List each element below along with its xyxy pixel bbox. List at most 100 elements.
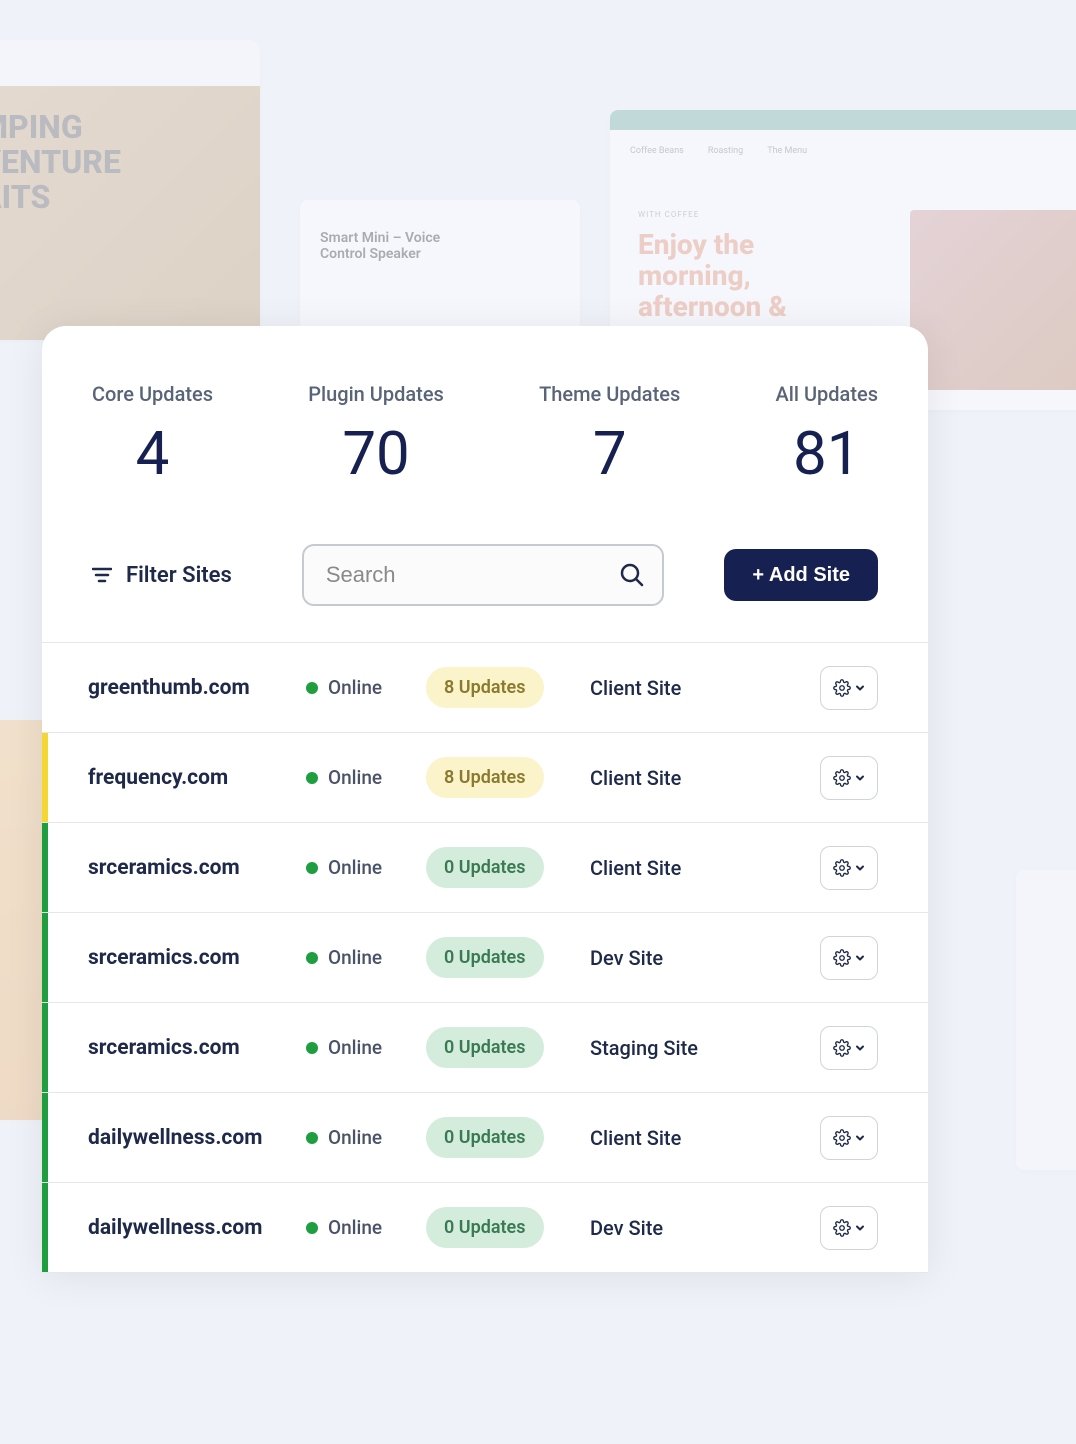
updates-badge: 0 Updates — [426, 1207, 544, 1248]
updates-badge: 8 Updates — [426, 757, 544, 798]
stat-plugin-updates[interactable]: Plugin Updates 70 — [308, 382, 444, 484]
gear-icon — [833, 1219, 851, 1237]
stat-value: 81 — [776, 424, 878, 484]
status-text: Online — [328, 676, 382, 699]
site-updates: 0 Updates — [426, 1207, 586, 1248]
stat-label: All Updates — [776, 382, 878, 406]
site-status: Online — [306, 856, 426, 879]
site-domain: srceramics.com — [88, 946, 306, 970]
add-site-button[interactable]: + Add Site — [724, 549, 878, 601]
site-updates: 0 Updates — [426, 847, 586, 888]
site-type: Client Site — [586, 1126, 820, 1150]
filter-icon — [92, 567, 112, 583]
chevron-down-icon — [855, 1223, 865, 1233]
site-type: Client Site — [586, 766, 820, 790]
site-status: Online — [306, 1036, 426, 1059]
status-dot-icon — [306, 862, 318, 874]
filter-sites-button[interactable]: Filter Sites — [92, 563, 232, 588]
updates-badge: 0 Updates — [426, 937, 544, 978]
site-updates: 8 Updates — [426, 667, 586, 708]
sites-dashboard-card: Core Updates 4 Plugin Updates 70 Theme U… — [42, 326, 928, 1273]
site-updates: 0 Updates — [426, 1027, 586, 1068]
bg-mockup-1 — [0, 40, 260, 340]
chevron-down-icon — [855, 1133, 865, 1143]
chevron-down-icon — [855, 773, 865, 783]
site-type: Client Site — [586, 856, 820, 880]
status-text: Online — [328, 1126, 382, 1149]
site-domain: frequency.com — [88, 766, 306, 790]
chevron-down-icon — [855, 953, 865, 963]
site-type: Dev Site — [586, 1216, 820, 1240]
gear-icon — [833, 769, 851, 787]
site-settings-button[interactable] — [820, 666, 878, 710]
site-row[interactable]: dailywellness.com Online 0 Updates Clien… — [42, 1093, 928, 1183]
site-row[interactable]: frequency.com Online 8 Updates Client Si… — [42, 733, 928, 823]
site-settings-button[interactable] — [820, 846, 878, 890]
site-domain: dailywellness.com — [88, 1216, 306, 1240]
bg-mockup-5 — [1016, 870, 1076, 1170]
gear-icon — [833, 949, 851, 967]
chevron-down-icon — [855, 863, 865, 873]
site-domain: srceramics.com — [88, 856, 306, 880]
site-domain: srceramics.com — [88, 1036, 306, 1060]
site-status: Online — [306, 1216, 426, 1239]
status-dot-icon — [306, 1042, 318, 1054]
gear-icon — [833, 859, 851, 877]
site-domain: dailywellness.com — [88, 1126, 306, 1150]
site-type: Dev Site — [586, 946, 820, 970]
gear-icon — [833, 1039, 851, 1057]
site-list: greenthumb.com Online 8 Updates Client S… — [42, 642, 928, 1273]
search-box — [302, 544, 665, 606]
stat-label: Theme Updates — [539, 382, 680, 406]
updates-badge: 0 Updates — [426, 1117, 544, 1158]
status-dot-icon — [306, 1222, 318, 1234]
stat-core-updates[interactable]: Core Updates 4 — [92, 382, 213, 484]
search-input[interactable] — [302, 544, 665, 606]
status-dot-icon — [306, 772, 318, 784]
site-row[interactable]: srceramics.com Online 0 Updates Dev Site — [42, 913, 928, 1003]
stats-row: Core Updates 4 Plugin Updates 70 Theme U… — [42, 326, 928, 524]
site-updates: 0 Updates — [426, 937, 586, 978]
site-status: Online — [306, 1126, 426, 1149]
updates-badge: 8 Updates — [426, 667, 544, 708]
stat-value: 4 — [92, 424, 213, 484]
site-actions — [820, 1026, 878, 1070]
site-type: Client Site — [586, 676, 820, 700]
site-row[interactable]: dailywellness.com Online 0 Updates Dev S… — [42, 1183, 928, 1273]
updates-badge: 0 Updates — [426, 847, 544, 888]
status-dot-icon — [306, 952, 318, 964]
site-actions — [820, 1116, 878, 1160]
site-settings-button[interactable] — [820, 756, 878, 800]
site-actions — [820, 666, 878, 710]
site-settings-button[interactable] — [820, 1116, 878, 1160]
status-text: Online — [328, 1036, 382, 1059]
site-status: Online — [306, 946, 426, 969]
site-settings-button[interactable] — [820, 1206, 878, 1250]
gear-icon — [833, 679, 851, 697]
site-settings-button[interactable] — [820, 936, 878, 980]
stat-all-updates[interactable]: All Updates 81 — [776, 382, 878, 484]
site-updates: 0 Updates — [426, 1117, 586, 1158]
site-domain: greenthumb.com — [88, 676, 306, 700]
site-row[interactable]: srceramics.com Online 0 Updates Staging … — [42, 1003, 928, 1093]
site-updates: 8 Updates — [426, 757, 586, 798]
site-actions — [820, 846, 878, 890]
chevron-down-icon — [855, 683, 865, 693]
stat-label: Core Updates — [92, 382, 213, 406]
updates-badge: 0 Updates — [426, 1027, 544, 1068]
status-dot-icon — [306, 682, 318, 694]
site-actions — [820, 1206, 878, 1250]
site-settings-button[interactable] — [820, 1026, 878, 1070]
stat-value: 70 — [308, 424, 444, 484]
site-status: Online — [306, 766, 426, 789]
stat-theme-updates[interactable]: Theme Updates 7 — [539, 382, 680, 484]
site-row[interactable]: greenthumb.com Online 8 Updates Client S… — [42, 643, 928, 733]
status-text: Online — [328, 1216, 382, 1239]
status-dot-icon — [306, 1132, 318, 1144]
status-text: Online — [328, 946, 382, 969]
gear-icon — [833, 1129, 851, 1147]
stat-value: 7 — [539, 424, 680, 484]
filter-sites-label: Filter Sites — [126, 563, 232, 588]
site-row[interactable]: srceramics.com Online 0 Updates Client S… — [42, 823, 928, 913]
site-actions — [820, 756, 878, 800]
